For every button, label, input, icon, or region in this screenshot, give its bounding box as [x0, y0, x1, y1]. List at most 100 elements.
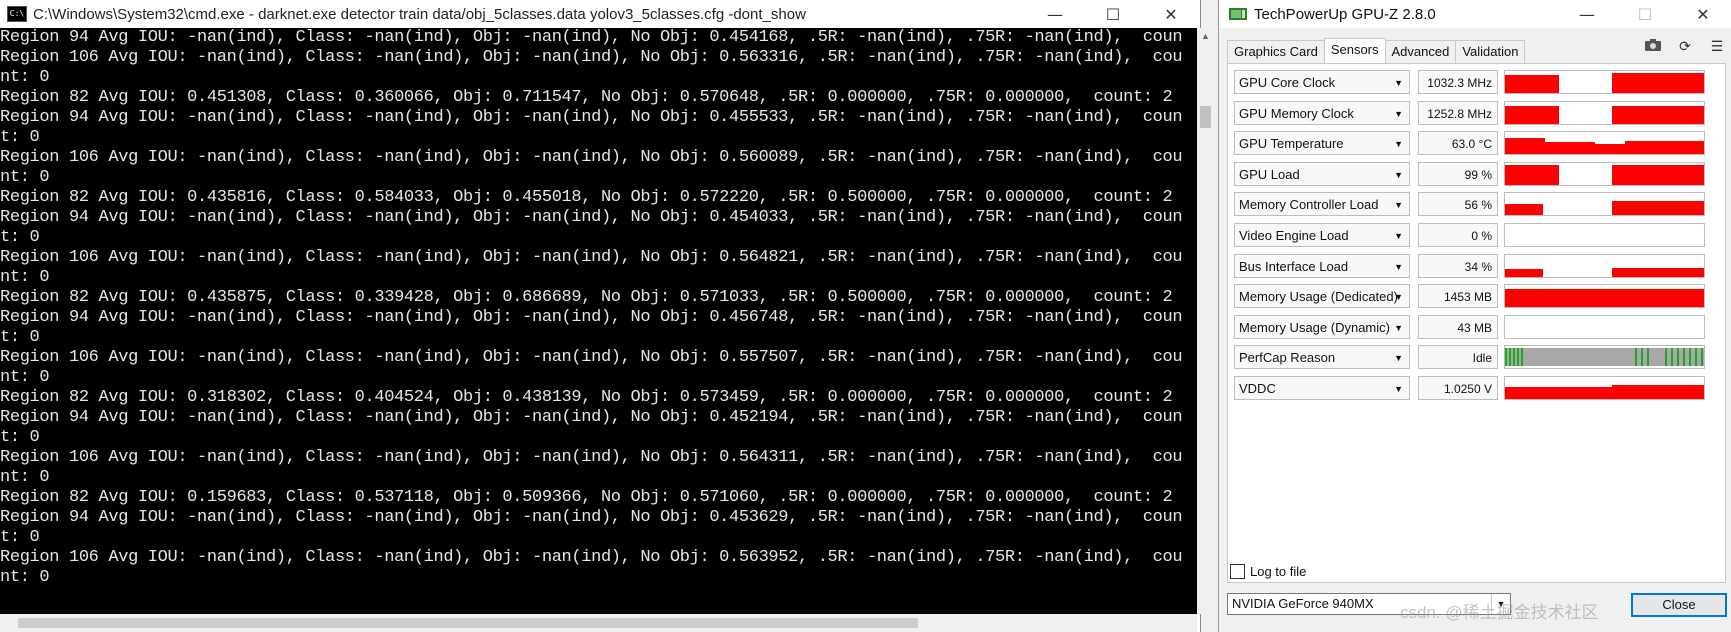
- sensor-name: Memory Usage (Dynamic): [1239, 319, 1390, 335]
- gpuz-close-button[interactable]: ✕: [1674, 0, 1731, 28]
- sensor-name: Memory Controller Load: [1239, 197, 1379, 213]
- cmd-app-icon: C:\: [7, 6, 27, 22]
- sensor-name: GPU Temperature: [1239, 136, 1344, 152]
- scrollbar-thumb[interactable]: [1200, 106, 1211, 128]
- chevron-down-icon[interactable]: ▼: [1394, 71, 1403, 93]
- sensor-name: Bus Interface Load: [1239, 258, 1349, 274]
- tab-graphics-card[interactable]: Graphics Card: [1227, 40, 1325, 64]
- chevron-down-icon[interactable]: ▼: [1394, 346, 1403, 368]
- gpuz-window: TechPowerUp GPU-Z 2.8.0 — ☐ ✕ Graphics C…: [1218, 0, 1731, 632]
- console-line: nt: 0: [0, 168, 50, 187]
- sensor-value: 43 MB: [1418, 314, 1498, 339]
- sensor-name: GPU Core Clock: [1239, 75, 1336, 90]
- sensor-name-dropdown[interactable]: Memory Usage (Dynamic) ▼: [1234, 314, 1410, 339]
- sensor-row: Memory Usage (Dedicated) ▼ 1453 MB: [1234, 284, 1719, 310]
- cmd-title-bar[interactable]: C:\ C:\Windows\System32\cmd.exe - darkne…: [0, 0, 1200, 28]
- gpuz-close-dialog-button[interactable]: Close: [1631, 593, 1727, 617]
- sensor-name-dropdown[interactable]: Video Engine Load ▼: [1234, 223, 1410, 247]
- console-line: Region 82 Avg IOU: 0.318302, Class: 0.40…: [0, 388, 1173, 407]
- sensor-name-dropdown[interactable]: GPU Memory Clock ▼: [1234, 100, 1410, 125]
- sensor-graph: [1504, 100, 1705, 125]
- chevron-down-icon[interactable]: ▼: [1394, 193, 1403, 215]
- console-line: Region 94 Avg IOU: -nan(ind), Class: -na…: [0, 308, 1183, 327]
- console-output[interactable]: Region 94 Avg IOU: -nan(ind), Class: -na…: [0, 28, 1197, 614]
- console-line: Region 106 Avg IOU: -nan(ind), Class: -n…: [0, 448, 1183, 467]
- sensor-row: Bus Interface Load ▼ 34 %: [1234, 253, 1719, 280]
- chevron-down-icon[interactable]: ▼: [1394, 132, 1403, 154]
- chevron-down-icon[interactable]: ▼: [1394, 163, 1403, 185]
- console-line: Region 94 Avg IOU: -nan(ind), Class: -na…: [0, 28, 1183, 47]
- chevron-down-icon[interactable]: ▼: [1394, 285, 1403, 307]
- menu-icon[interactable]: ☰: [1708, 38, 1726, 54]
- cmd-maximize-button[interactable]: ☐: [1084, 0, 1142, 28]
- console-line: Region 106 Avg IOU: -nan(ind), Class: -n…: [0, 148, 1183, 167]
- sensor-value: 0 %: [1418, 223, 1498, 247]
- sensor-name-dropdown[interactable]: Memory Controller Load ▼: [1234, 192, 1410, 217]
- console-line: Region 94 Avg IOU: -nan(ind), Class: -na…: [0, 208, 1183, 227]
- cmd-window-title: C:\Windows\System32\cmd.exe - darknet.ex…: [33, 5, 806, 23]
- sensor-graph: [1504, 314, 1705, 339]
- sensor-graph: [1504, 70, 1705, 94]
- console-line: Region 106 Avg IOU: -nan(ind), Class: -n…: [0, 348, 1183, 367]
- sensor-name-dropdown[interactable]: GPU Core Clock ▼: [1234, 70, 1410, 94]
- sensor-name-dropdown[interactable]: GPU Temperature ▼: [1234, 131, 1410, 156]
- sensor-graph: [1504, 223, 1705, 247]
- sensor-name: VDDC: [1239, 381, 1276, 396]
- console-line: Region 106 Avg IOU: -nan(ind), Class: -n…: [0, 548, 1183, 567]
- tab-validation[interactable]: Validation: [1455, 40, 1526, 64]
- sensor-graph: [1504, 253, 1705, 278]
- tab-sensors[interactable]: Sensors: [1323, 38, 1386, 64]
- console-line: nt: 0: [0, 468, 50, 487]
- gpuz-minimize-button[interactable]: —: [1558, 0, 1616, 28]
- console-line: nt: 0: [0, 368, 50, 387]
- sensor-row: Video Engine Load ▼ 0 %: [1234, 223, 1719, 249]
- sensor-value: 63.0 °C: [1418, 131, 1498, 156]
- console-line: nt: 0: [0, 268, 50, 287]
- console-line: Region 106 Avg IOU: -nan(ind), Class: -n…: [0, 248, 1183, 267]
- console-line: t: 0: [0, 128, 40, 147]
- chevron-down-icon[interactable]: ▼: [1394, 255, 1403, 277]
- cmd-close-button[interactable]: ✕: [1142, 0, 1200, 28]
- sensor-value: 1252.8 MHz: [1418, 100, 1498, 125]
- scroll-up-arrow-icon[interactable]: ▲: [1197, 28, 1214, 45]
- sensor-name-dropdown[interactable]: VDDC ▼: [1234, 376, 1410, 400]
- gpuz-window-title: TechPowerUp GPU-Z 2.8.0: [1254, 5, 1436, 23]
- chevron-down-icon[interactable]: ▼: [1394, 102, 1403, 124]
- console-line: t: 0: [0, 228, 40, 247]
- sensor-graph: [1504, 161, 1705, 186]
- sensor-name: GPU Memory Clock: [1239, 105, 1354, 121]
- cmd-window: C:\ C:\Windows\System32\cmd.exe - darkne…: [0, 0, 1214, 632]
- chevron-down-icon[interactable]: ▼: [1394, 377, 1403, 399]
- sensor-name-dropdown[interactable]: Bus Interface Load ▼: [1234, 253, 1410, 278]
- sensor-row: GPU Load ▼ 99 %: [1234, 161, 1719, 188]
- console-line: Region 82 Avg IOU: 0.435816, Class: 0.58…: [0, 188, 1173, 207]
- sensor-value: 1032.3 MHz: [1418, 70, 1498, 94]
- sensor-value: 56 %: [1418, 192, 1498, 217]
- console-horizontal-scrollbar[interactable]: [0, 614, 1197, 632]
- sensor-name-dropdown[interactable]: GPU Load ▼: [1234, 161, 1410, 186]
- tab-advanced[interactable]: Advanced: [1384, 40, 1457, 64]
- log-to-file-checkbox[interactable]: [1230, 564, 1245, 579]
- camera-icon[interactable]: [1644, 38, 1662, 54]
- console-line: Region 82 Avg IOU: 0.451308, Class: 0.36…: [0, 88, 1173, 107]
- console-vertical-scrollbar[interactable]: ▲: [1197, 28, 1214, 614]
- log-to-file[interactable]: Log to file: [1230, 564, 1306, 579]
- console-line: Region 94 Avg IOU: -nan(ind), Class: -na…: [0, 408, 1183, 427]
- console-line: t: 0: [0, 528, 40, 547]
- sensor-graph: [1504, 284, 1705, 309]
- chevron-down-icon[interactable]: ▼: [1394, 316, 1403, 338]
- sensor-name-dropdown[interactable]: Memory Usage (Dedicated) ▼: [1234, 284, 1410, 309]
- console-line: Region 94 Avg IOU: -nan(ind), Class: -na…: [0, 508, 1183, 527]
- refresh-icon[interactable]: ⟳: [1676, 38, 1694, 54]
- cmd-minimize-button[interactable]: —: [1026, 0, 1084, 28]
- sensor-row: Memory Usage (Dynamic) ▼ 43 MB: [1234, 314, 1719, 341]
- sensor-value: 1.0250 V: [1418, 376, 1498, 400]
- sensor-row: GPU Core Clock ▼ 1032.3 MHz: [1234, 70, 1719, 96]
- scrollbar-thumb[interactable]: [18, 618, 918, 628]
- chevron-down-icon[interactable]: ▼: [1394, 224, 1403, 246]
- console-line: t: 0: [0, 328, 40, 347]
- gpuz-title-bar[interactable]: TechPowerUp GPU-Z 2.8.0 — ☐ ✕: [1219, 0, 1731, 28]
- sensor-name-dropdown[interactable]: PerfCap Reason ▼: [1234, 345, 1410, 370]
- log-to-file-label: Log to file: [1250, 564, 1307, 579]
- sensor-value: Idle: [1418, 345, 1498, 370]
